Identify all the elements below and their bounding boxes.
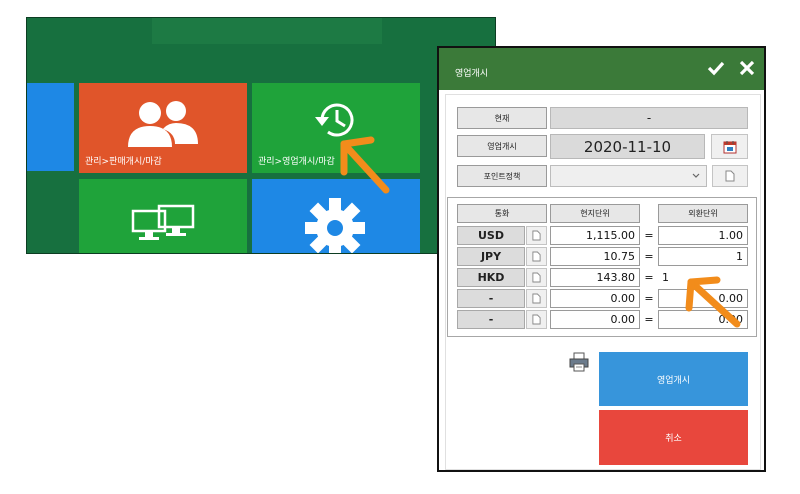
chevron-down-icon	[692, 173, 700, 178]
foreign-unit-input[interactable]: 1	[658, 247, 748, 266]
current-value: -	[550, 107, 748, 129]
local-unit-input[interactable]: 0.00	[550, 289, 640, 308]
row-detail-button[interactable]	[526, 247, 547, 266]
tile-label: 관리>판매개시/마감	[85, 157, 162, 167]
row-detail-button[interactable]	[526, 310, 547, 329]
gear-icon	[305, 198, 365, 253]
row-detail-button[interactable]	[526, 289, 547, 308]
point-policy-label: 포인트정책	[457, 165, 547, 187]
dialog-header: 영업개시	[439, 48, 764, 90]
tile-monitors[interactable]	[79, 179, 247, 253]
close-icon[interactable]	[737, 58, 757, 78]
row-detail-button[interactable]	[526, 226, 547, 245]
local-unit-input[interactable]: 10.75	[550, 247, 640, 266]
local-unit-input[interactable]: 143.80	[550, 268, 640, 287]
local-unit-input[interactable]: 0.00	[550, 310, 640, 329]
top-bar	[152, 18, 382, 44]
equals-sign: =	[644, 313, 654, 326]
document-icon	[532, 293, 541, 304]
column-header-local-unit: 현지단위	[550, 204, 640, 223]
document-icon	[725, 170, 735, 182]
business-open-dialog: 영업개시 현재 - 영업개시 2020-11-10 포인트정책 통화 현지단위 …	[437, 46, 766, 472]
foreign-unit-input[interactable]: 1.00	[658, 226, 748, 245]
tile-left-partial[interactable]	[27, 83, 74, 171]
cancel-button[interactable]: 취소	[599, 410, 748, 465]
users-icon	[128, 101, 198, 147]
open-date-field[interactable]: 2020-11-10	[550, 134, 705, 159]
currency-code-cell: HKD	[457, 268, 525, 287]
document-icon	[532, 230, 541, 241]
calendar-icon	[723, 140, 736, 153]
currency-code-cell: JPY	[457, 247, 525, 266]
equals-sign: =	[644, 292, 654, 305]
monitors-icon	[131, 204, 195, 240]
equals-sign: =	[644, 229, 654, 242]
equals-sign: =	[644, 271, 654, 284]
currency-code-cell: -	[457, 310, 525, 329]
currency-code-cell: -	[457, 289, 525, 308]
document-icon	[532, 251, 541, 262]
row-detail-button[interactable]	[526, 268, 547, 287]
confirm-check-icon[interactable]	[706, 58, 726, 78]
open-business-button[interactable]: 영업개시	[599, 352, 748, 406]
local-unit-input[interactable]: 1,115.00	[550, 226, 640, 245]
currency-code-cell: USD	[457, 226, 525, 245]
tile-sales-open-close[interactable]: 관리>판매개시/마감	[79, 83, 247, 173]
annotation-arrow-icon	[685, 276, 741, 328]
equals-sign: =	[644, 250, 654, 263]
printer-icon[interactable]	[569, 352, 589, 372]
document-icon	[532, 272, 541, 283]
current-label: 현재	[457, 107, 547, 129]
document-icon	[532, 314, 541, 325]
annotation-arrow-icon	[340, 136, 390, 194]
column-header-foreign-unit: 외환단위	[658, 204, 748, 223]
point-policy-detail-button[interactable]	[712, 165, 748, 187]
background-tile-screen: 관리>판매개시/마감 관리>영업개시/마감	[26, 17, 496, 254]
point-policy-select[interactable]	[550, 165, 707, 187]
calendar-button[interactable]	[711, 134, 748, 159]
tile-label: 관리>영업개시/마감	[258, 157, 335, 167]
column-header-currency: 통화	[457, 204, 547, 223]
dialog-title: 영업개시	[455, 69, 489, 79]
open-date-label: 영업개시	[457, 135, 547, 157]
